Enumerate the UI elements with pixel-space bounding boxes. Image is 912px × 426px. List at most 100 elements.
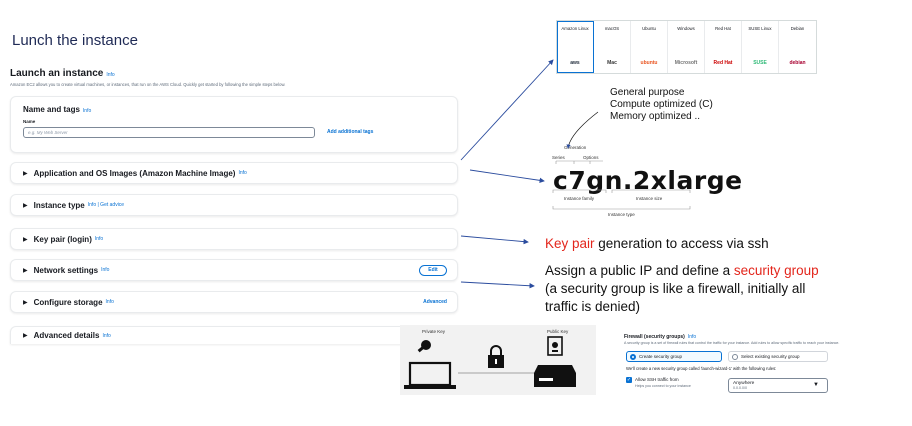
os-name: Amazon Linux (561, 26, 589, 31)
os-logo-icon: aws (570, 60, 580, 66)
name-and-tags-title: Name and tags Info (23, 105, 92, 114)
arrow-network (460, 281, 535, 289)
create-security-group-option[interactable]: Create security group (626, 351, 722, 362)
advanced-details-section[interactable]: ▶ Advanced details Info (10, 326, 458, 344)
allow-ssh-label: Allow SSH traffic from (635, 377, 679, 382)
purpose-compute: Compute optimized (C) (610, 99, 713, 110)
options-label: Options (583, 155, 599, 160)
advanced-link[interactable]: Advanced (423, 299, 447, 305)
os-logo-icon: Mac (607, 60, 617, 66)
expand-triangle-icon: ▶ (23, 333, 28, 339)
os-logo-icon: debian (789, 60, 806, 66)
os-tile-windows[interactable]: Windows Microsoft (668, 21, 705, 73)
os-image-grid: Amazon Linux aws macOS Mac Ubuntu ubuntu Windo… (556, 20, 817, 74)
storage-section-title: Configure storage (33, 297, 103, 307)
expand-triangle-icon: ▶ (23, 202, 28, 209)
radio-icon (732, 354, 738, 360)
os-name: SUSE Linux (748, 26, 772, 31)
instance-size-label: Instance size (636, 196, 663, 201)
os-tile-amazon-linux[interactable]: Amazon Linux aws (557, 21, 594, 73)
key-icon (417, 340, 431, 353)
info-link[interactable]: Info (106, 72, 114, 78)
os-name: Ubuntu (642, 26, 656, 31)
instance-type-section[interactable]: ▶ Instance type Info | Get advice (10, 194, 458, 216)
allow-ssh-checkbox[interactable]: ✓ (626, 377, 632, 383)
os-name: Red Hat (715, 26, 731, 31)
os-name: Debian (790, 26, 805, 31)
name-input[interactable]: e.g. My Web Server (23, 127, 315, 138)
certificate-icon (547, 336, 563, 356)
info-link[interactable]: Info (83, 108, 91, 114)
os-tile-suse-linux[interactable]: SUSE Linux SUSE (742, 21, 779, 73)
ssh-key-diagram: Private Key Public Key (400, 325, 596, 395)
network-settings-section[interactable]: ▶ Network settings Info Edit (10, 259, 458, 281)
arrow-key-pair (460, 235, 529, 245)
info-link[interactable]: Info (101, 267, 109, 273)
lock-icon (488, 345, 504, 368)
security-group-panel: Firewall (security groups) Info A securit… (624, 334, 910, 404)
instance-purposes: General purpose Compute optimized (C) Me… (610, 87, 713, 123)
server-icon (534, 365, 576, 387)
expand-triangle-icon: ▶ (23, 170, 28, 177)
os-logo-icon: ubuntu (640, 60, 658, 66)
launch-header: Launch an instance Info Amazon EC2 allows… (10, 68, 460, 87)
arrow-ami (460, 59, 554, 161)
ssh-key-diagram-art: Private Key Public Key (404, 329, 576, 389)
os-tile-macos[interactable]: macOS Mac (594, 21, 631, 73)
os-tile-ubuntu[interactable]: Ubuntu ubuntu (631, 21, 668, 73)
expand-triangle-icon: ▶ (23, 236, 28, 243)
instance-type-section-title: Instance type (33, 200, 85, 210)
purpose-general: General purpose (610, 87, 685, 98)
os-name: macOS (604, 26, 620, 31)
slide-title: Lunch the instance (12, 32, 138, 49)
caret-down-icon: ▼ (813, 382, 819, 388)
key-pair-note: Key pair generation to access via ssh (545, 236, 769, 251)
expand-triangle-icon: ▶ (23, 267, 28, 274)
ssh-source-cidr: 0.0.0.0/0 (733, 386, 747, 390)
expand-triangle-icon: ▶ (23, 299, 28, 306)
select-existing-security-group-option[interactable]: Select existing security group (728, 351, 828, 362)
info-link[interactable]: Info (238, 170, 246, 176)
add-additional-tags-link[interactable]: Add additional tags (327, 129, 373, 135)
name-field-label: Name (23, 119, 36, 124)
os-tile-red-hat[interactable]: Red Hat Red Hat (705, 21, 742, 73)
launch-heading: Launch an instance Info (10, 68, 115, 79)
configure-storage-section[interactable]: ▶ Configure storage Info Advanced (10, 291, 458, 313)
series-label: Series (552, 155, 565, 160)
name-and-tags-panel: Name and tags Info Name e.g. My Web Serve… (10, 96, 458, 153)
allow-ssh-help: Helps you connect to your instance (635, 384, 691, 388)
info-link[interactable]: Info (102, 333, 110, 339)
public-key-label: Public Key (547, 329, 569, 334)
new-security-group-note: We'll create a new security group called… (626, 366, 777, 371)
ami-section-title: Application and OS Images (Amazon Machin… (33, 168, 236, 178)
os-tile-debian[interactable]: Debian debian (779, 21, 816, 73)
key-pair-section-title: Key pair (login) (33, 234, 92, 244)
laptop-icon (404, 361, 456, 389)
network-section-title: Network settings (33, 265, 99, 275)
generation-label: Generation (564, 145, 587, 150)
info-link[interactable]: Info | Get advice (88, 202, 124, 208)
info-link[interactable]: Info (688, 334, 696, 340)
info-link[interactable]: Info (106, 299, 114, 305)
advanced-section-title: Advanced details (33, 331, 100, 340)
firewall-description: A security group is a set of firewall ru… (624, 341, 840, 345)
private-key-label: Private Key (422, 329, 446, 334)
purpose-memory: Memory optimized .. (610, 111, 701, 122)
instance-family-label: Instance family (564, 196, 595, 201)
bracket-top (555, 160, 603, 164)
instance-type-label: Instance type (608, 212, 635, 217)
os-logo-icon: Red Hat (713, 60, 733, 66)
launch-subtitle: Amazon EC2 allows you to create virtual … (10, 82, 286, 87)
network-note: Assign a public IP and define a security… (545, 263, 819, 314)
firewall-title: Firewall (security groups) Info (624, 334, 697, 340)
os-logo-icon: SUSE (753, 60, 767, 66)
edit-button[interactable]: Edit (419, 264, 447, 276)
os-name: Windows (677, 26, 695, 31)
ami-section[interactable]: ▶ Application and OS Images (Amazon Mach… (10, 162, 458, 184)
ssh-source-select[interactable]: Anywhere 0.0.0.0/0 ▼ (728, 378, 828, 393)
radio-selected-icon (630, 354, 636, 360)
arrow-instance-type (469, 169, 545, 184)
key-pair-section[interactable]: ▶ Key pair (login) Info (10, 228, 458, 250)
arrow-purpose (566, 111, 599, 149)
info-link[interactable]: Info (95, 236, 103, 242)
